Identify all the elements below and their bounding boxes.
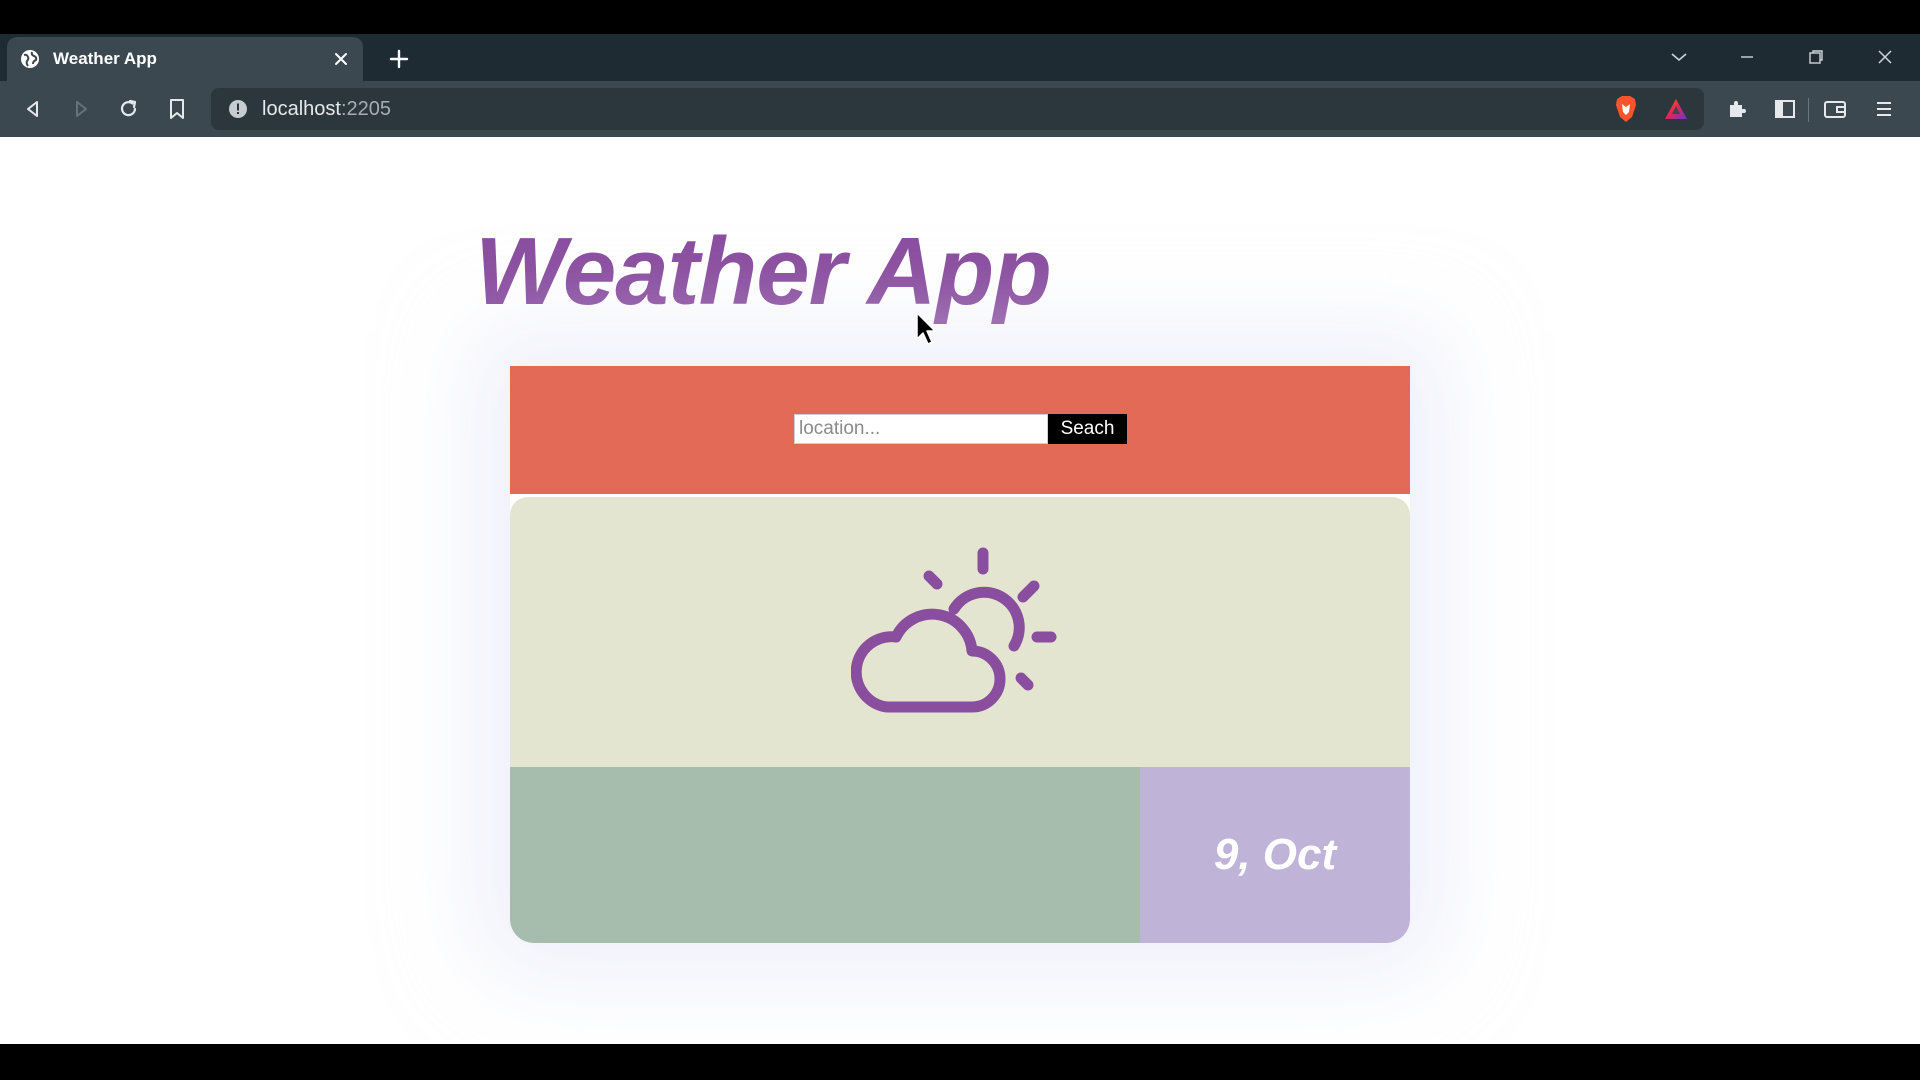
temperature-panel bbox=[510, 767, 1140, 943]
hamburger-menu-icon[interactable] bbox=[1868, 93, 1900, 125]
tab-title: Weather App bbox=[53, 49, 157, 68]
puzzle-icon[interactable] bbox=[1721, 93, 1753, 125]
browser-toolbar: localhost:2205 bbox=[0, 81, 1920, 137]
back-arrow-icon[interactable] bbox=[17, 93, 49, 125]
browser-tab[interactable]: Weather App bbox=[7, 37, 363, 81]
address-bar-divider bbox=[1808, 98, 1809, 122]
partly-cloudy-icon bbox=[851, 547, 1057, 713]
sidebar-icon[interactable] bbox=[1769, 93, 1801, 125]
forward-arrow-icon[interactable] bbox=[65, 93, 97, 125]
url-host: localhost bbox=[262, 97, 341, 120]
brave-rewards-icon[interactable] bbox=[1661, 94, 1691, 124]
url-port: :2205 bbox=[340, 97, 391, 120]
address-bar[interactable]: localhost:2205 bbox=[211, 88, 1809, 130]
new-tab-icon[interactable] bbox=[384, 44, 414, 74]
search-button[interactable]: Seach bbox=[1048, 414, 1127, 444]
mouse-cursor-icon bbox=[916, 312, 936, 345]
tab-search-chevron-icon[interactable] bbox=[1659, 40, 1699, 74]
search-panel: Seach bbox=[510, 366, 1410, 494]
tab-strip: Weather App bbox=[0, 34, 1920, 81]
url-text: localhost:2205 bbox=[262, 98, 1704, 121]
page-viewport: Weather App Seach bbox=[0, 137, 1920, 1044]
close-window-icon[interactable] bbox=[1865, 40, 1905, 74]
globe-icon bbox=[20, 49, 40, 69]
screen: Weather App localhost:2205 Weather App l… bbox=[0, 0, 1920, 1080]
brave-shield-icon[interactable] bbox=[1611, 94, 1641, 124]
info-icon[interactable] bbox=[226, 97, 250, 121]
wallet-icon[interactable] bbox=[1819, 93, 1851, 125]
date-panel: 9, Oct bbox=[1140, 767, 1410, 943]
weather-card: Seach bbox=[510, 366, 1410, 943]
bookmark-icon[interactable] bbox=[161, 93, 193, 125]
app-title: Weather App bbox=[475, 218, 1052, 325]
date-text: 9, Oct bbox=[1213, 830, 1337, 879]
restore-icon[interactable] bbox=[1796, 40, 1836, 74]
reload-icon[interactable] bbox=[113, 93, 145, 125]
weather-icon-panel bbox=[510, 497, 1410, 767]
location-search-input[interactable] bbox=[794, 414, 1048, 444]
minimize-icon[interactable] bbox=[1727, 40, 1767, 74]
close-tab-icon[interactable] bbox=[327, 45, 355, 73]
